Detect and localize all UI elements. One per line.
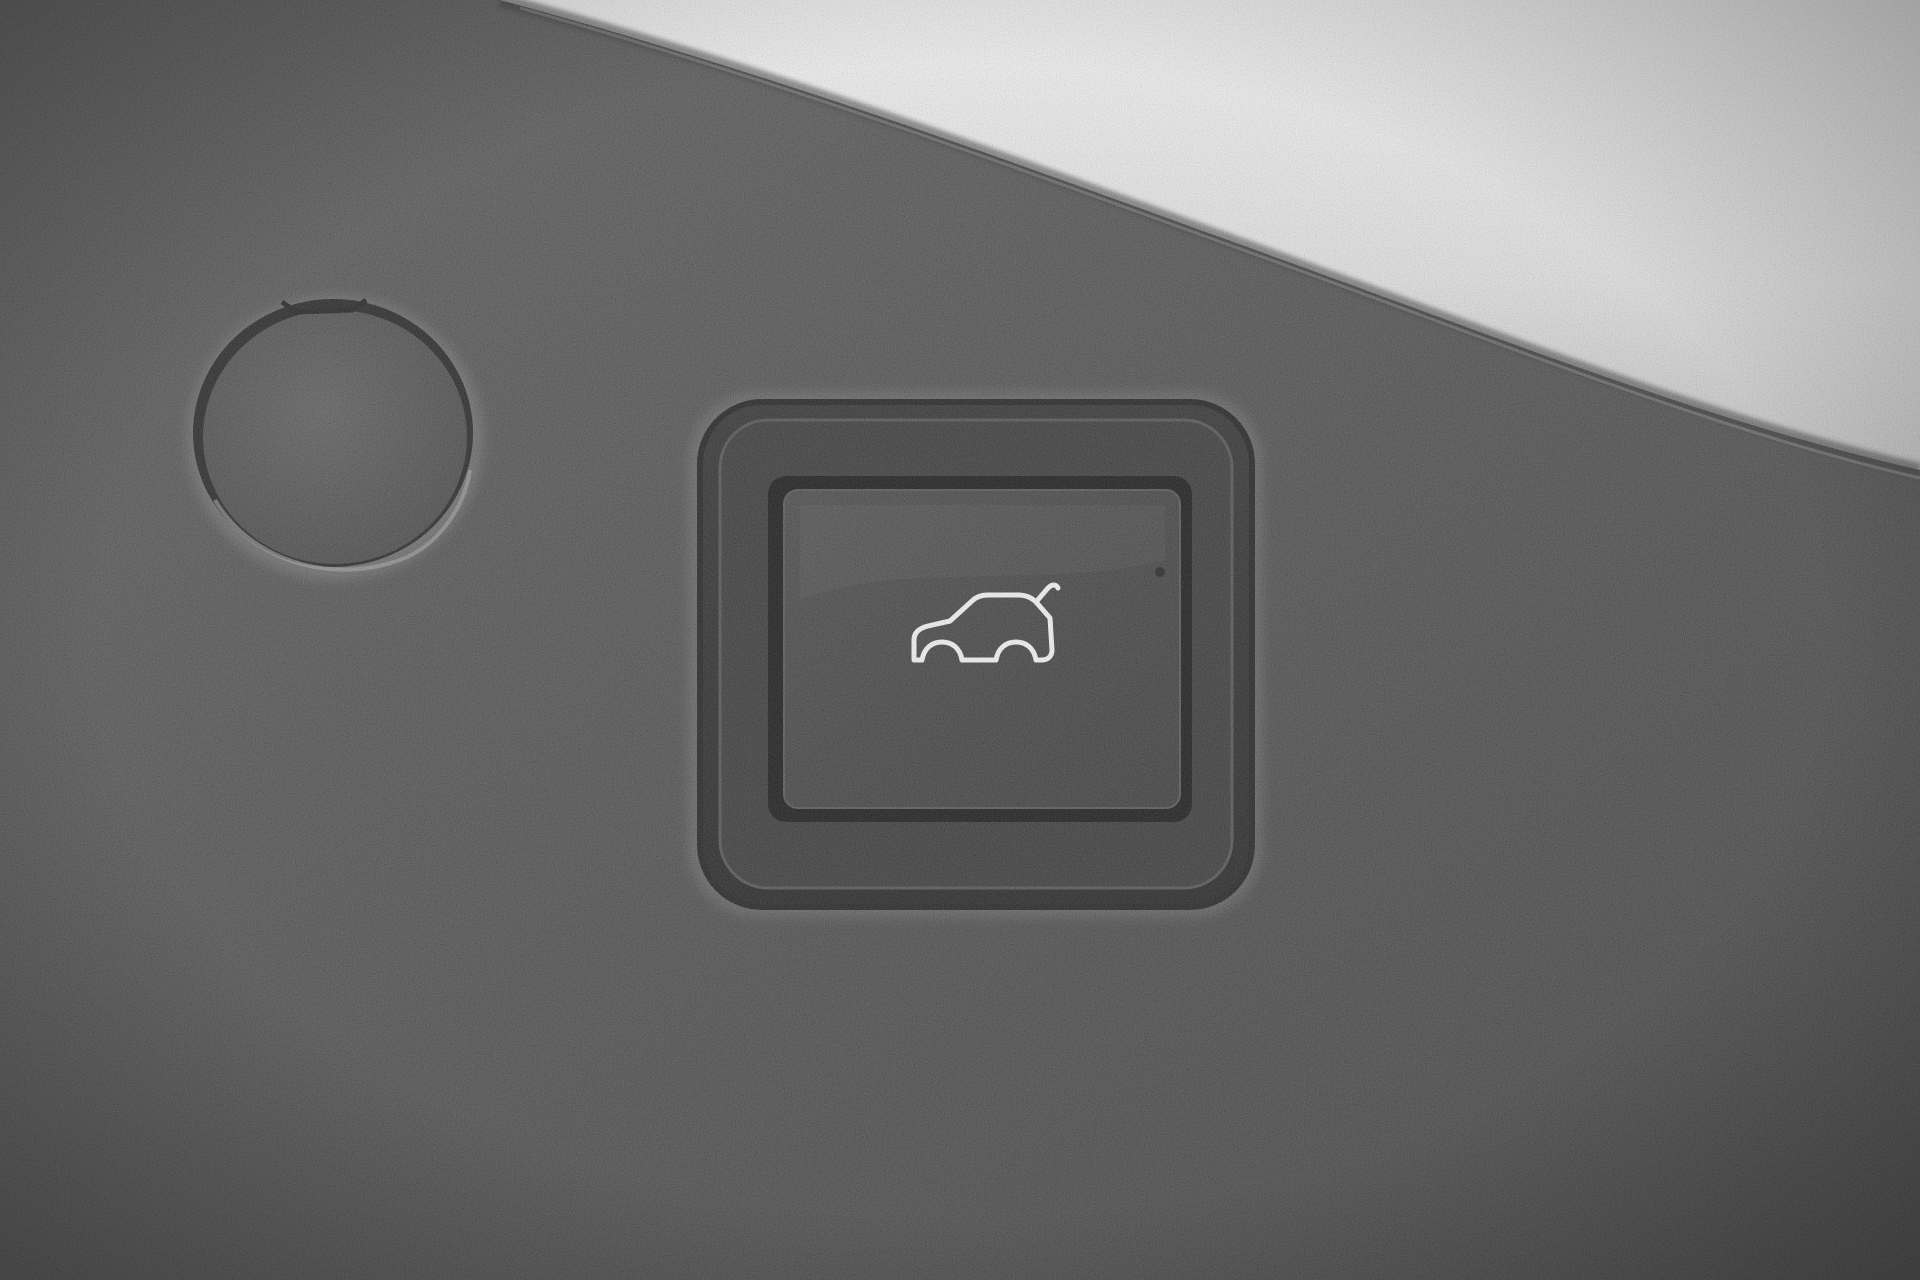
- tailgate-panel-photo: [0, 0, 1920, 1280]
- photo-canvas: [0, 0, 1920, 1280]
- vignette: [0, 0, 1920, 1280]
